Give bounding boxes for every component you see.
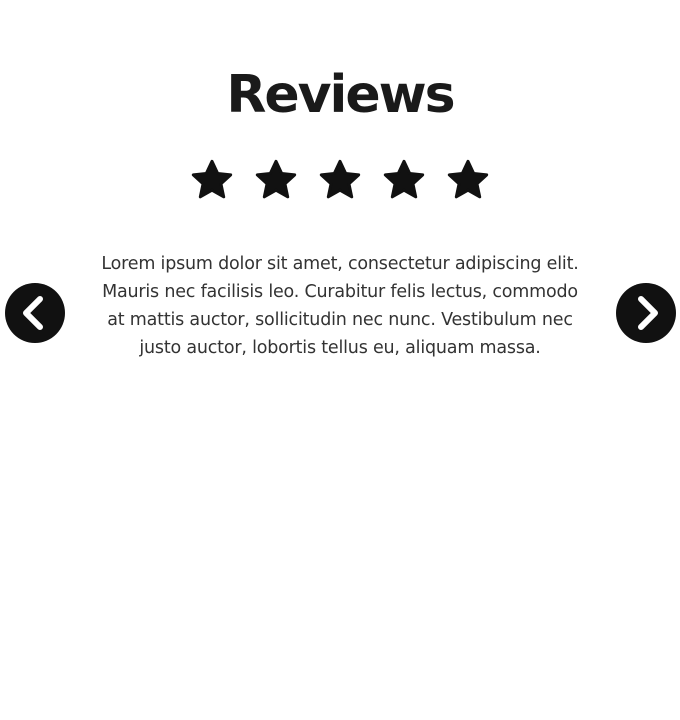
star-icon: [446, 158, 490, 202]
chevron-right-circle-icon: [616, 283, 676, 343]
star-icon: [382, 158, 426, 202]
star-icon: [254, 158, 298, 202]
review-text: Lorem ipsum dolor sit amet, consectetur …: [101, 254, 579, 358]
next-review-button[interactable]: [615, 282, 677, 344]
chevron-left-circle-icon: [5, 283, 65, 343]
star-icon: [190, 158, 234, 202]
reviews-title: Reviews: [226, 65, 455, 125]
star-icon: [318, 158, 362, 202]
previous-review-button[interactable]: [4, 282, 66, 344]
star-rating: [0, 158, 680, 202]
